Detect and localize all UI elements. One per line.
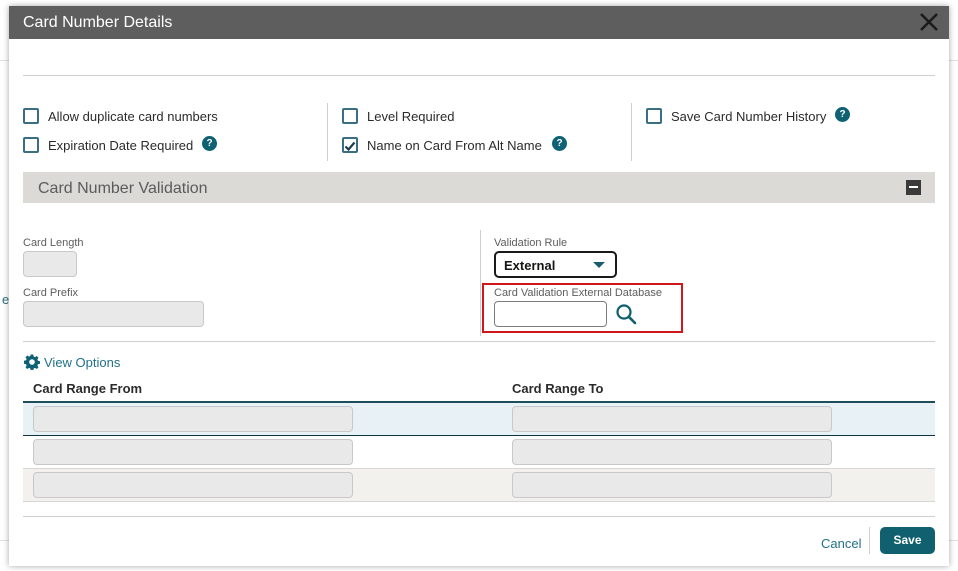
level-required-label: Level Required bbox=[367, 108, 455, 124]
card-length-input[interactable] bbox=[23, 251, 77, 277]
checkbox-box-checked[interactable] bbox=[342, 137, 358, 153]
save-history-label: Save Card Number History bbox=[671, 108, 827, 124]
checkbox-box[interactable] bbox=[23, 137, 39, 153]
name-from-alt-label: Name on Card From Alt Name bbox=[367, 137, 542, 153]
card-range-from-input[interactable] bbox=[33, 406, 353, 432]
header-divider bbox=[23, 75, 935, 76]
level-required-checkbox[interactable]: Level Required bbox=[342, 108, 454, 124]
help-icon[interactable]: ? bbox=[552, 136, 567, 151]
cancel-button[interactable]: Cancel bbox=[821, 536, 861, 551]
column-separator bbox=[480, 230, 481, 336]
column-separator bbox=[631, 103, 632, 161]
card-range-from-input[interactable] bbox=[33, 472, 353, 498]
card-length-label: Card Length bbox=[23, 237, 84, 249]
footer-separator bbox=[869, 527, 870, 554]
name-from-alt-checkbox[interactable]: Name on Card From Alt Name bbox=[342, 137, 542, 153]
external-db-input[interactable] bbox=[494, 301, 607, 327]
column-separator bbox=[327, 103, 328, 161]
column-header-card-range-to[interactable]: Card Range To bbox=[512, 381, 604, 396]
view-options-label: View Options bbox=[44, 354, 121, 370]
search-icon[interactable] bbox=[614, 302, 638, 326]
card-range-from-input[interactable] bbox=[33, 439, 353, 465]
table-row[interactable] bbox=[23, 403, 935, 436]
card-prefix-label: Card Prefix bbox=[23, 287, 79, 299]
section-divider bbox=[23, 341, 935, 342]
table-row[interactable] bbox=[23, 469, 935, 502]
allow-duplicate-label: Allow duplicate card numbers bbox=[48, 108, 218, 124]
checkmark-icon bbox=[344, 141, 356, 152]
external-db-label: Card Validation External Database bbox=[494, 287, 662, 299]
checkbox-box[interactable] bbox=[646, 108, 662, 124]
card-number-details-dialog: Card Number Details Allow duplicate card… bbox=[9, 6, 949, 566]
gear-icon bbox=[24, 354, 40, 370]
table-row[interactable] bbox=[23, 436, 935, 469]
card-number-validation-section-header: Card Number Validation bbox=[23, 172, 935, 203]
dialog-titlebar: Card Number Details bbox=[9, 6, 949, 39]
save-button[interactable]: Save bbox=[880, 527, 935, 554]
card-prefix-input[interactable] bbox=[23, 301, 204, 327]
validation-rule-label: Validation Rule bbox=[494, 237, 568, 249]
validation-rule-value: External bbox=[504, 258, 556, 273]
help-icon[interactable]: ? bbox=[202, 136, 217, 151]
footer-divider bbox=[23, 516, 935, 517]
expiration-required-checkbox[interactable]: Expiration Date Required bbox=[23, 137, 193, 153]
checkbox-box[interactable] bbox=[342, 108, 358, 124]
card-range-to-input[interactable] bbox=[512, 472, 832, 498]
section-title: Card Number Validation bbox=[38, 180, 208, 197]
validation-rule-select[interactable]: External bbox=[494, 251, 617, 278]
checkbox-box[interactable] bbox=[23, 108, 39, 124]
column-header-card-range-from[interactable]: Card Range From bbox=[33, 381, 142, 396]
allow-duplicate-checkbox[interactable]: Allow duplicate card numbers bbox=[23, 108, 218, 124]
close-icon[interactable] bbox=[915, 8, 943, 36]
save-history-checkbox[interactable]: Save Card Number History bbox=[646, 108, 826, 124]
dialog-title: Card Number Details bbox=[23, 14, 173, 31]
collapse-icon[interactable] bbox=[906, 180, 921, 195]
view-options-button[interactable]: View Options bbox=[24, 354, 120, 370]
help-icon[interactable]: ? bbox=[835, 107, 850, 122]
chevron-down-icon bbox=[593, 262, 605, 268]
expiration-required-label: Expiration Date Required bbox=[48, 137, 194, 153]
card-range-to-input[interactable] bbox=[512, 439, 832, 465]
card-range-to-input[interactable] bbox=[512, 406, 832, 432]
